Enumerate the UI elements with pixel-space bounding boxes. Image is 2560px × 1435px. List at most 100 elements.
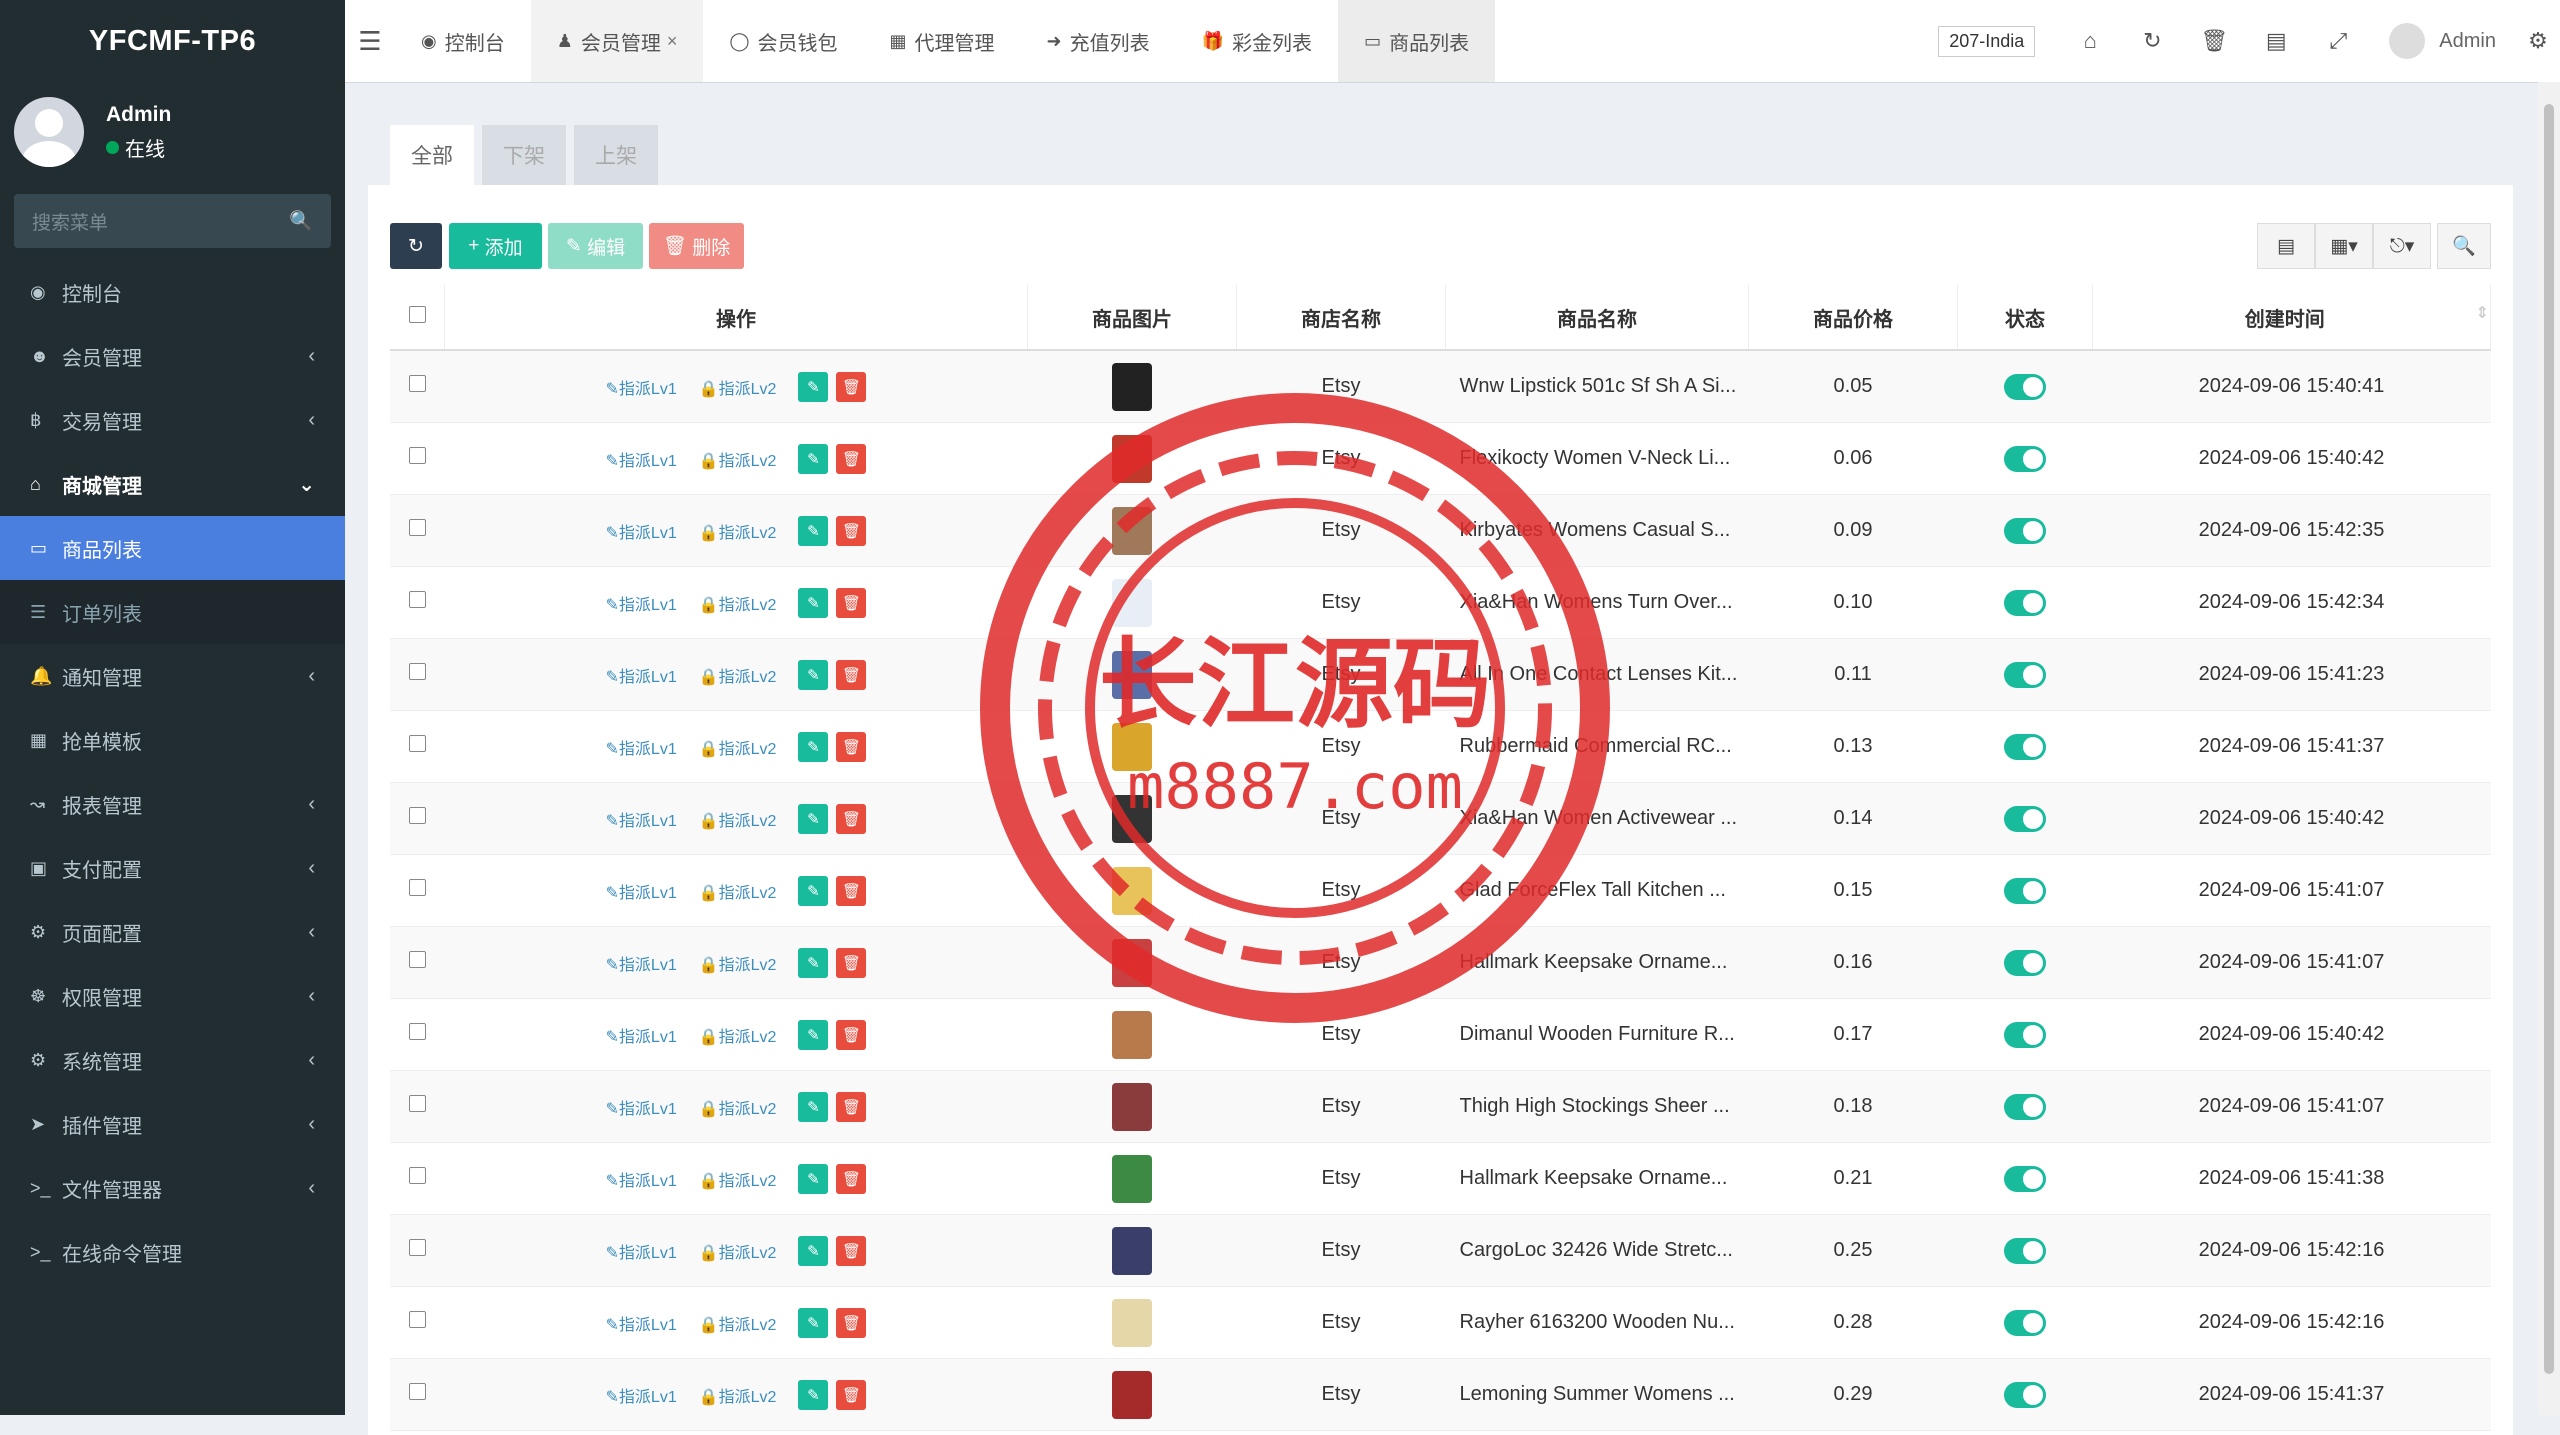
table-row[interactable]: ✎指派Lv1 🔒指派Lv2 ✎ 🗑 Etsy Lemoning Summer W… xyxy=(390,1358,2491,1431)
cogs-icon[interactable]: ⚙ xyxy=(2516,28,2560,54)
add-button[interactable]: + 添加 xyxy=(449,223,542,269)
sidebar-item-online-commands[interactable]: >_ 在线命令管理 xyxy=(0,1220,345,1284)
sidebar-item-templates[interactable]: ▦ 抢单模板 xyxy=(0,708,345,772)
close-icon[interactable]: × xyxy=(667,31,678,52)
tab-agents[interactable]: ▦ 代理管理 xyxy=(864,0,1021,82)
edit-row-button[interactable]: ✎ xyxy=(798,515,829,546)
table-row[interactable]: ✎指派Lv1 🔒指派Lv2 ✎ 🗑 Etsy Glad ForceFlex Ta… xyxy=(390,854,2491,927)
sidebar-item-file-manager[interactable]: >_ 文件管理器 ‹ xyxy=(0,1156,345,1220)
table-row[interactable]: ✎指派Lv1 🔒指派Lv2 ✎ 🗑 Etsy Xia&Han Womens Tu… xyxy=(390,566,2491,639)
assign-lv2-link[interactable]: 🔒指派Lv2 xyxy=(699,519,777,543)
brand-logo[interactable]: YFCMF-TP6 xyxy=(0,0,345,82)
assign-lv1-link[interactable]: ✎指派Lv1 xyxy=(606,1023,677,1047)
edit-row-button[interactable]: ✎ xyxy=(798,1307,829,1338)
sidebar-item-payment[interactable]: ▣ 支付配置 ‹ xyxy=(0,836,345,900)
assign-lv2-link[interactable]: 🔒指派Lv2 xyxy=(699,663,777,687)
row-checkbox[interactable] xyxy=(408,1383,426,1400)
assign-lv2-link[interactable]: 🔒指派Lv2 xyxy=(699,879,777,903)
edit-row-button[interactable]: ✎ xyxy=(798,1379,829,1410)
table-row[interactable]: ✎指派Lv1 🔒指派Lv2 ✎ 🗑 Etsy Wnw Lipstick 501c… xyxy=(390,350,2491,423)
delete-row-button[interactable]: 🗑 xyxy=(836,1091,867,1122)
edit-row-button[interactable]: ✎ xyxy=(798,371,829,402)
delete-row-button[interactable]: 🗑 xyxy=(836,659,867,690)
product-thumbnail[interactable] xyxy=(1112,506,1152,555)
edit-button[interactable]: ✎ 编辑 xyxy=(548,223,643,269)
hamburger-icon[interactable]: ☰ xyxy=(345,26,395,57)
tab-bonus[interactable]: 🎁 彩金列表 xyxy=(1176,0,1338,82)
status-toggle[interactable] xyxy=(2004,661,2046,688)
table-row[interactable]: ✎指派Lv1 🔒指派Lv2 ✎ 🗑 Etsy Hallmark Keepsake… xyxy=(390,926,2491,999)
edit-row-button[interactable]: ✎ xyxy=(798,803,829,834)
sidebar-item-orders[interactable]: ☰ 订单列表 xyxy=(0,580,345,644)
table-row[interactable]: ✎指派Lv1 🔒指派Lv2 ✎ 🗑 Etsy Rubbermaid Commer… xyxy=(390,710,2491,783)
assign-lv2-link[interactable]: 🔒指派Lv2 xyxy=(699,375,777,399)
table-row[interactable]: ✎指派Lv1 🔒指派Lv2 ✎ 🗑 Etsy Hallmark Keepsake… xyxy=(390,1142,2491,1215)
assign-lv1-link[interactable]: ✎指派Lv1 xyxy=(606,1239,677,1263)
search-icon[interactable]: 🔍 xyxy=(289,209,313,233)
status-toggle[interactable] xyxy=(2004,877,2046,904)
sidebar-item-trades[interactable]: ฿交易管理 ‹ xyxy=(0,388,345,452)
toggle-view-button[interactable]: ▤ xyxy=(2257,223,2315,269)
row-checkbox[interactable] xyxy=(408,591,426,608)
sidebar-item-members[interactable]: ☻ 会员管理 ‹ xyxy=(0,324,345,388)
row-checkbox[interactable] xyxy=(408,1023,426,1040)
tab-members[interactable]: ♟ 会员管理 × xyxy=(530,0,704,82)
row-checkbox[interactable] xyxy=(408,1239,426,1256)
delete-row-button[interactable]: 🗑 xyxy=(836,875,867,906)
admin-menu[interactable]: Admin xyxy=(2369,23,2516,59)
filter-all[interactable]: 全部 xyxy=(390,125,474,185)
assign-lv2-link[interactable]: 🔒指派Lv2 xyxy=(699,1023,777,1047)
delete-row-button[interactable]: 🗑 xyxy=(836,1307,867,1338)
row-checkbox[interactable] xyxy=(408,1311,426,1328)
assign-lv1-link[interactable]: ✎指派Lv1 xyxy=(606,1383,677,1407)
tab-dashboard[interactable]: ◉ 控制台 xyxy=(395,0,531,82)
assign-lv2-link[interactable]: 🔒指派Lv2 xyxy=(699,735,777,759)
status-toggle[interactable] xyxy=(2004,733,2046,760)
status-toggle[interactable] xyxy=(2004,1093,2046,1120)
edit-row-button[interactable]: ✎ xyxy=(798,1163,829,1194)
sidebar-item-pages[interactable]: ⚙ 页面配置 ‹ xyxy=(0,900,345,964)
menu-search-input[interactable]: 搜索菜单 🔍 xyxy=(14,194,331,248)
filter-online[interactable]: 上架 xyxy=(574,125,658,185)
country-badge[interactable]: 207-India xyxy=(1938,25,2036,57)
assign-lv2-link[interactable]: 🔒指派Lv2 xyxy=(699,1311,777,1335)
delete-row-button[interactable]: 🗑 xyxy=(836,371,867,402)
sidebar-item-plugins[interactable]: ➤ 插件管理 ‹ xyxy=(0,1092,345,1156)
edit-row-button[interactable]: ✎ xyxy=(798,1019,829,1050)
assign-lv1-link[interactable]: ✎指派Lv1 xyxy=(606,735,677,759)
delete-row-button[interactable]: 🗑 xyxy=(836,515,867,546)
edit-row-button[interactable]: ✎ xyxy=(798,947,829,978)
assign-lv1-link[interactable]: ✎指派Lv1 xyxy=(606,951,677,975)
assign-lv2-link[interactable]: 🔒指派Lv2 xyxy=(699,807,777,831)
sidebar-item-system[interactable]: ⚙ 系统管理 ‹ xyxy=(0,1028,345,1092)
assign-lv1-link[interactable]: ✎指派Lv1 xyxy=(606,807,677,831)
product-thumbnail[interactable] xyxy=(1112,362,1152,411)
fullscreen-icon[interactable]: ⤢ xyxy=(2307,28,2369,54)
product-thumbnail[interactable] xyxy=(1112,650,1152,699)
product-thumbnail[interactable] xyxy=(1112,722,1152,771)
search-button[interactable]: 🔍 xyxy=(2437,223,2491,269)
sidebar-item-products[interactable]: ▭ 商品列表 xyxy=(0,516,345,580)
delete-row-button[interactable]: 🗑 xyxy=(836,947,867,978)
page-scrollbar[interactable] xyxy=(2538,82,2560,1415)
table-row[interactable]: ✎指派Lv1 🔒指派Lv2 ✎ 🗑 Etsy All In One Contac… xyxy=(390,638,2491,711)
row-checkbox[interactable] xyxy=(408,735,426,752)
status-toggle[interactable] xyxy=(2004,805,2046,832)
sidebar-item-permissions[interactable]: ☸ 权限管理 ‹ xyxy=(0,964,345,1028)
delete-row-button[interactable]: 🗑 xyxy=(836,443,867,474)
product-thumbnail[interactable] xyxy=(1112,578,1152,627)
row-checkbox[interactable] xyxy=(408,879,426,896)
table-row[interactable]: ✎指派Lv1 🔒指派Lv2 ✎ 🗑 Etsy Kirbyates Womens … xyxy=(390,494,2491,567)
status-toggle[interactable] xyxy=(2004,1381,2046,1408)
assign-lv1-link[interactable]: ✎指派Lv1 xyxy=(606,1311,677,1335)
assign-lv1-link[interactable]: ✎指派Lv1 xyxy=(606,519,677,543)
trash-icon[interactable]: 🗑 xyxy=(2183,28,2245,54)
select-all-checkbox[interactable] xyxy=(408,305,426,323)
status-toggle[interactable] xyxy=(2004,1021,2046,1048)
home-icon[interactable]: ⌂ xyxy=(2059,28,2121,54)
assign-lv2-link[interactable]: 🔒指派Lv2 xyxy=(699,591,777,615)
edit-row-button[interactable]: ✎ xyxy=(798,1235,829,1266)
edit-row-button[interactable]: ✎ xyxy=(798,659,829,690)
delete-row-button[interactable]: 🗑 xyxy=(836,1163,867,1194)
row-checkbox[interactable] xyxy=(408,1095,426,1112)
